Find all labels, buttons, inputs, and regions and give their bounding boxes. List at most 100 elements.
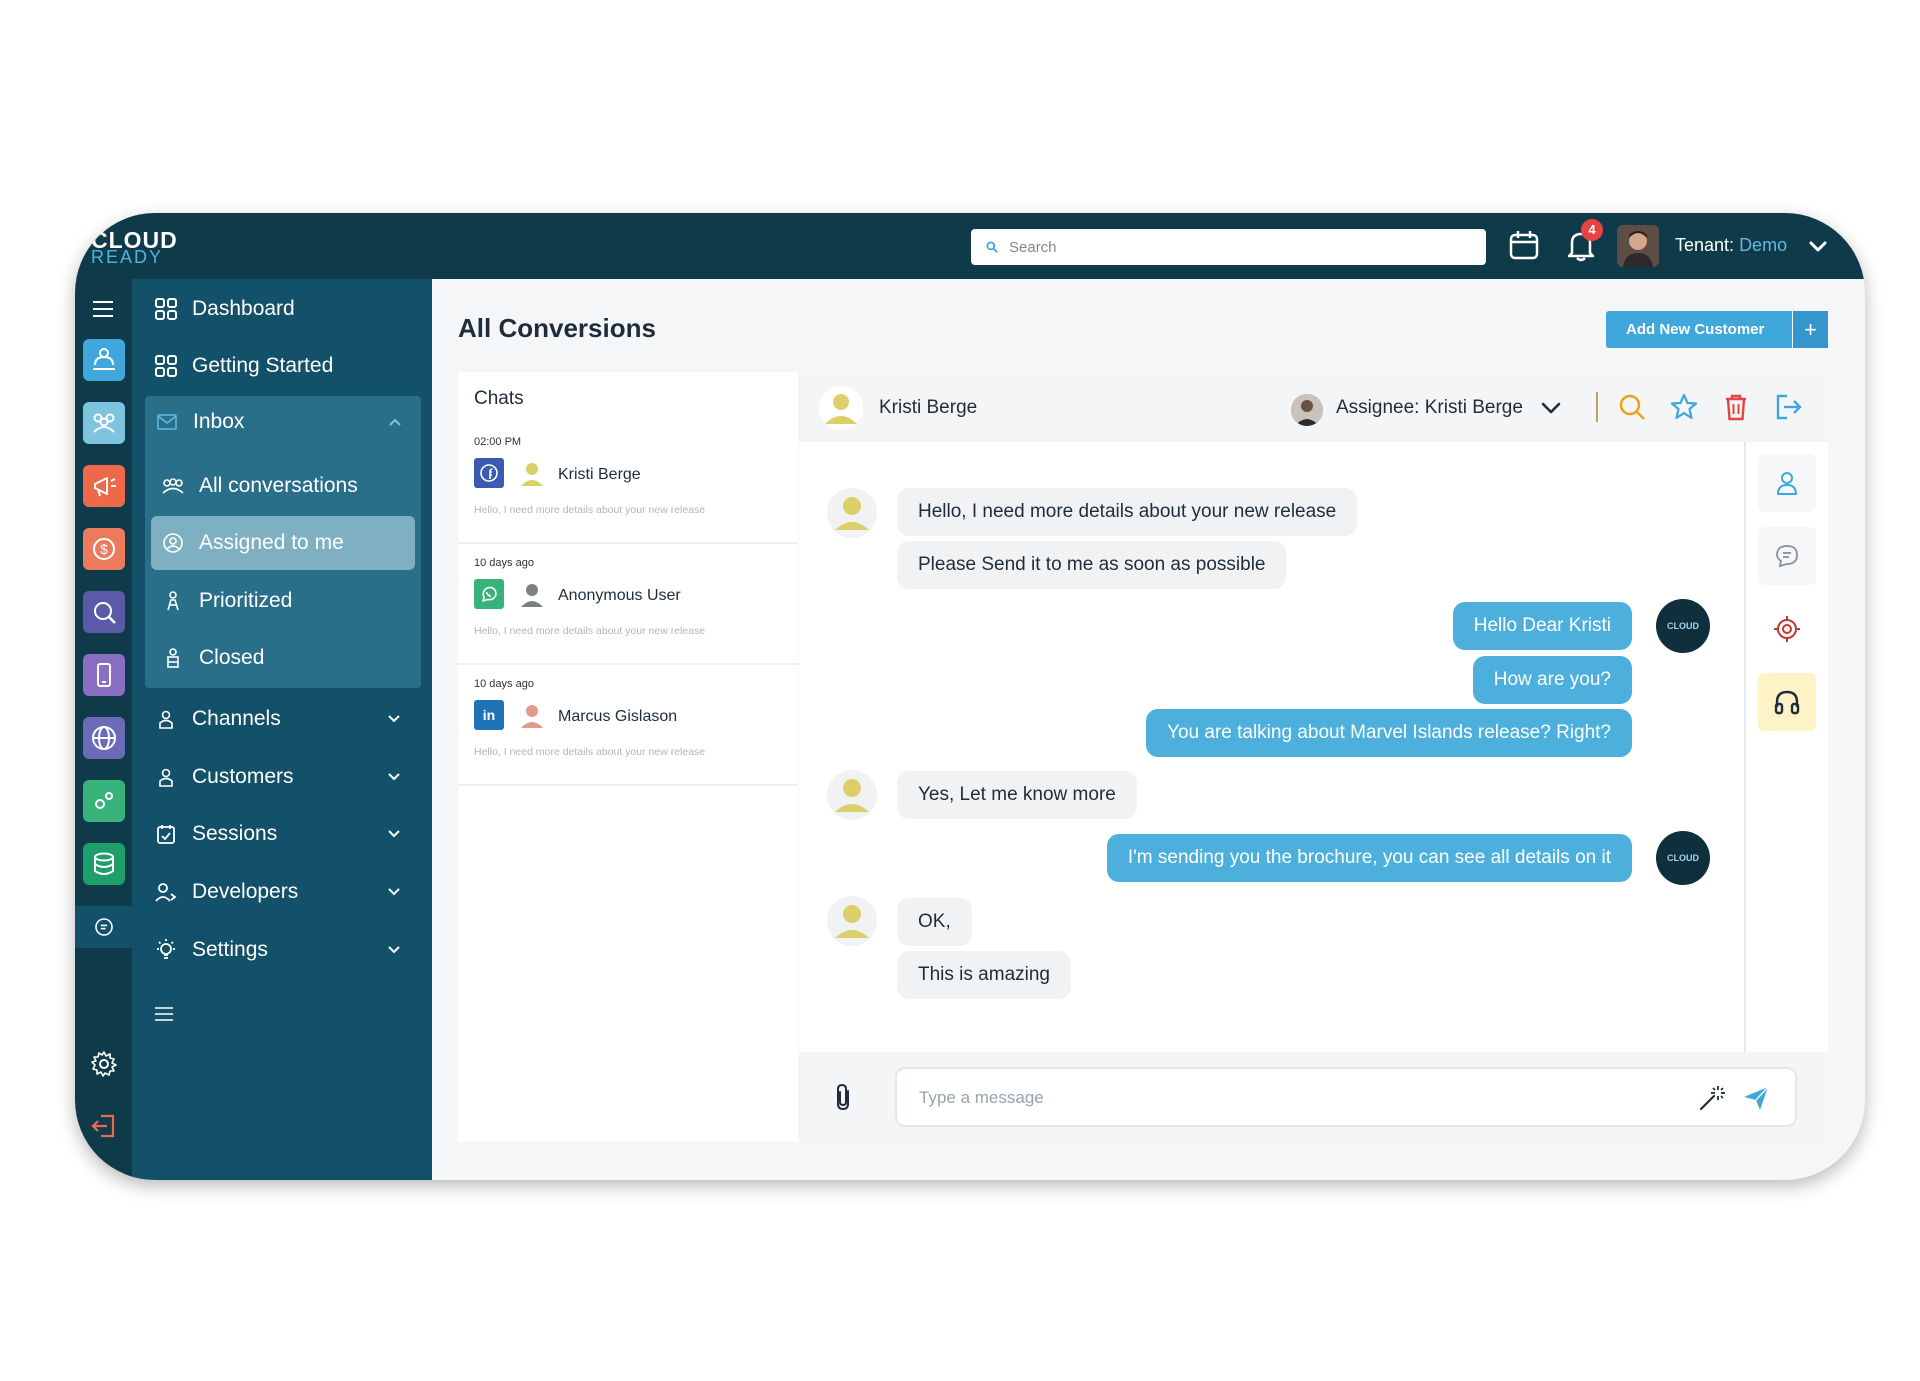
gears-icon	[95, 792, 113, 809]
nav-channels-label: Channels	[192, 707, 281, 730]
settings-gear-icon[interactable]	[89, 1049, 119, 1079]
notes-button[interactable]	[1758, 527, 1816, 585]
nav-closed[interactable]: Closed	[151, 631, 415, 685]
message-input[interactable]	[919, 1085, 1679, 1111]
chevron-up-icon	[389, 418, 401, 426]
svg-text:$: $	[100, 541, 108, 557]
customer-avatar-icon	[521, 705, 543, 728]
customer-avatar-icon	[827, 896, 877, 946]
nav-getting-started[interactable]: Getting Started	[144, 340, 420, 392]
chevron-down-icon[interactable]	[1807, 235, 1829, 257]
contact-info-button[interactable]	[1758, 454, 1816, 512]
conversation-item[interactable]: 10 days ago in Marcus Gislason Hello, I …	[458, 666, 798, 786]
anonymous-avatar-icon	[521, 584, 543, 607]
target-icon	[1774, 616, 1800, 642]
chevron-down-icon	[388, 715, 400, 723]
search-icon	[986, 241, 998, 253]
message-bubble-incoming: This is amazing	[897, 951, 1071, 999]
message-bubble-outgoing: Hello Dear Kristi	[1452, 602, 1632, 650]
nav-developers[interactable]: Developers	[144, 866, 420, 918]
hamburger-menu-icon[interactable]	[91, 299, 115, 319]
top-bar: CLOUD READY 4 Tenant: Demo	[75, 213, 1865, 279]
customer-avatar-icon	[521, 463, 543, 486]
calendar-icon[interactable]	[1506, 227, 1542, 263]
nav-settings-label: Settings	[192, 938, 268, 961]
notification-badge: 4	[1581, 219, 1603, 241]
search-box[interactable]	[971, 229, 1486, 265]
tenant-value: Demo	[1739, 235, 1788, 255]
user-avatar[interactable]	[1617, 225, 1659, 267]
nav-all-conversations[interactable]: All conversations	[151, 459, 415, 513]
message-bubble-outgoing: I'm sending you the brochure, you can se…	[1106, 834, 1632, 882]
nav-dashboard[interactable]: Dashboard	[144, 283, 420, 335]
search-icon[interactable]	[1617, 392, 1647, 422]
customer-avatar-icon	[827, 488, 877, 538]
agent-avatar: CLOUD	[1656, 831, 1710, 885]
trash-icon[interactable]	[1721, 392, 1751, 422]
nav-sessions-label: Sessions	[192, 822, 278, 845]
conversation-preview: Hello, I need more details about your ne…	[474, 625, 706, 637]
assignee-label[interactable]: Assignee: Kristi Berge	[1336, 397, 1523, 419]
chevron-down-icon	[388, 888, 400, 896]
hand-cloud-icon	[93, 348, 115, 370]
conversation-preview: Hello, I need more details about your ne…	[474, 746, 706, 758]
nav-settings[interactable]: Settings	[144, 924, 420, 976]
nav-sessions[interactable]: Sessions	[144, 808, 420, 860]
rail-app-chat[interactable]	[75, 906, 132, 948]
chat-bubble-icon	[94, 918, 113, 936]
magic-wand-icon[interactable]	[1697, 1083, 1727, 1113]
nav-assigned-to-me[interactable]: Assigned to me	[151, 516, 415, 570]
magnify-icon	[94, 602, 116, 624]
chat-list: Chats 02:00 PM Kristi Berge Hello, I nee…	[458, 372, 798, 1142]
rail-app-mobile[interactable]	[83, 654, 125, 696]
rail-app-marketing[interactable]	[83, 465, 125, 507]
grid-icon	[155, 298, 177, 320]
conversation-item[interactable]: 10 days ago Anonymous User Hello, I need…	[458, 545, 798, 665]
agent-avatar-text: CLOUD	[1667, 621, 1699, 631]
cloud-ready-logo[interactable]: CLOUD READY	[89, 225, 199, 269]
message-composer[interactable]	[895, 1067, 1797, 1127]
inbox-section: Inbox All conversations Assigned to me P…	[145, 396, 421, 688]
message-bubble-incoming: Yes, Let me know more	[897, 771, 1137, 819]
rail-app-database[interactable]	[83, 843, 125, 885]
database-icon	[94, 852, 114, 875]
nav-channels[interactable]: Channels	[144, 693, 420, 745]
whatsapp-icon	[474, 579, 504, 609]
rail-app-analytics[interactable]	[83, 591, 125, 633]
nav-inbox-label: Inbox	[193, 410, 245, 433]
message-thread: Hello, I need more details about your ne…	[799, 442, 1744, 1052]
exit-conversation-icon[interactable]	[1773, 392, 1803, 422]
message-bubble-incoming: Hello, I need more details about your ne…	[897, 488, 1358, 536]
contact-name: Kristi Berge	[879, 397, 978, 418]
send-icon[interactable]	[1741, 1083, 1771, 1113]
collapse-menu-icon[interactable]	[154, 1005, 174, 1023]
tenant-selector[interactable]: Tenant: Demo	[1675, 235, 1787, 256]
rail-app-billing[interactable]: $	[83, 528, 125, 570]
target-button[interactable]	[1758, 600, 1816, 658]
conversation-item[interactable]: 02:00 PM Kristi Berge Hello, I need more…	[458, 424, 798, 544]
search-input[interactable]	[1009, 238, 1469, 256]
logout-icon[interactable]	[89, 1111, 119, 1141]
star-icon[interactable]	[1669, 392, 1699, 422]
chevron-down-icon	[388, 946, 400, 954]
nav-inbox[interactable]: Inbox	[145, 396, 421, 448]
chevron-down-icon[interactable]	[1539, 396, 1563, 420]
chat-bubble-icon	[1776, 545, 1798, 568]
rail-app-support[interactable]	[83, 339, 125, 381]
rail-app-integrations[interactable]	[83, 780, 125, 822]
nav-customers-label: Customers	[192, 765, 294, 788]
nav-prioritized[interactable]: Prioritized	[151, 574, 415, 628]
add-new-customer-button[interactable]: Add New Customer +	[1606, 311, 1828, 348]
attachment-icon[interactable]	[829, 1082, 859, 1112]
message-bubble-incoming: Please Send it to me as soon as possible	[897, 541, 1287, 589]
logo-text-bottom: READY	[91, 247, 164, 267]
nav-getting-started-label: Getting Started	[192, 354, 334, 377]
agent-avatar-text: CLOUD	[1667, 853, 1699, 863]
nav-customers[interactable]: Customers	[144, 751, 420, 803]
megaphone-icon	[94, 477, 116, 497]
mobile-icon	[97, 663, 111, 687]
user-photo-icon	[1617, 225, 1659, 267]
rail-app-web[interactable]	[83, 717, 125, 759]
support-button[interactable]	[1758, 673, 1816, 731]
rail-app-team[interactable]	[83, 402, 125, 444]
